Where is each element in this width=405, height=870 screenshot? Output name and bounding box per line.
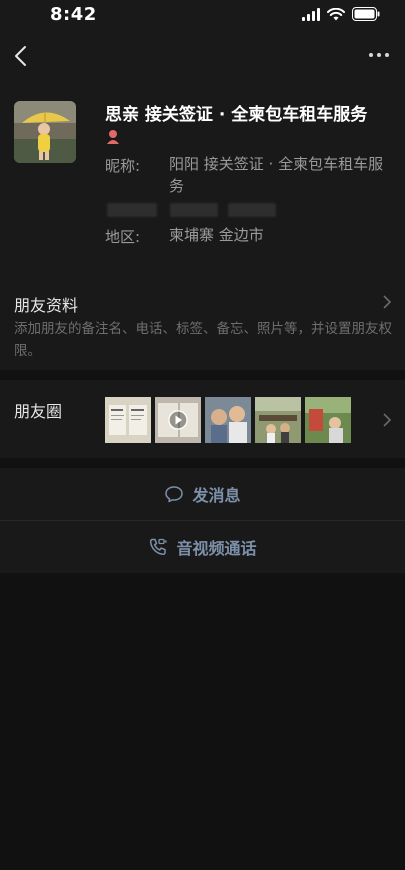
- cellular-signal-icon: [302, 7, 320, 21]
- moments-thumbnail: [305, 397, 351, 443]
- wifi-icon: [327, 7, 345, 20]
- nickname-label: 昵称:: [105, 157, 141, 175]
- redacted-label: [107, 203, 157, 217]
- moments-title: 朋友圈: [14, 402, 63, 421]
- moments-row[interactable]: 朋友圈: [0, 380, 405, 458]
- profile-screen: 8:42 思亲 接关签证 · 全柬包车租车服务 昵称: 阳阳 接关签证 · 全柬…: [0, 0, 405, 870]
- more-dots-icon: [369, 53, 373, 57]
- battery-icon: [352, 7, 380, 21]
- region-value: 柬埔寨 金边市: [169, 226, 264, 244]
- avatar[interactable]: [14, 101, 76, 163]
- back-arrow-icon: [15, 46, 26, 66]
- redacted-value: [228, 203, 276, 217]
- redacted-value: [170, 203, 218, 217]
- more-options-button[interactable]: [367, 48, 391, 62]
- chevron-right-icon: [383, 295, 392, 309]
- av-call-button[interactable]: 音视频通话: [0, 521, 405, 573]
- friend-info-description: 添加朋友的备注名、电话、标签、备忘、照片等，并设置朋友权限。: [14, 321, 392, 359]
- av-call-label: 音视频通话: [176, 539, 257, 558]
- moments-thumbnail: [205, 397, 251, 443]
- moments-thumbnail: [105, 397, 151, 443]
- send-message-label: 发消息: [192, 486, 241, 505]
- status-bar: 8:42: [0, 0, 405, 30]
- video-call-icon: [150, 538, 167, 556]
- moments-thumbnail: [255, 397, 301, 443]
- friend-info-title: 朋友资料: [14, 296, 79, 315]
- chat-bubble-icon: [165, 486, 184, 503]
- section-divider: [0, 370, 405, 380]
- profile-name: 思亲 接关签证 · 全柬包车租车服务: [105, 105, 368, 125]
- chevron-right-icon: [383, 413, 392, 427]
- back-button[interactable]: [12, 44, 32, 68]
- status-icons: [302, 7, 380, 21]
- nickname-value: 阳阳 接关签证 · 全柬包车租车服务: [169, 155, 384, 195]
- female-gender-icon: [107, 130, 119, 144]
- status-time: 8:42: [50, 4, 97, 25]
- section-divider: [0, 458, 405, 468]
- send-message-button[interactable]: 发消息: [0, 468, 405, 520]
- region-label: 地区:: [105, 228, 141, 246]
- moments-video-thumbnail: [155, 397, 201, 443]
